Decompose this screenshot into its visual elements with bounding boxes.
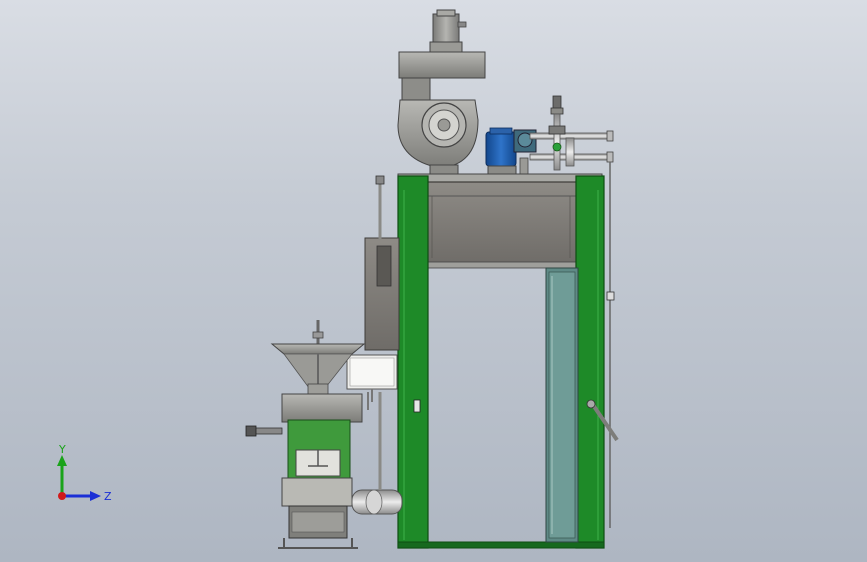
smoke-generator [245,320,366,549]
side-duct [364,175,400,351]
fan-motor [432,13,460,45]
frame-right-post [575,175,605,549]
z-axis-label: Z [104,490,112,503]
frame-left-post [397,175,429,549]
blue-motor [485,131,517,167]
cad-model-drawing: Y Z [57,9,619,549]
x-axis-dot [58,492,66,500]
heater-box-body [424,181,579,265]
blower-assembly [397,9,486,178]
valve-piping [519,95,614,179]
vertical-valve-pipe [553,113,561,171]
coordinate-triad: Y Z [57,443,112,503]
hopper-lid [270,343,366,355]
glass-door [545,267,579,543]
y-axis-label: Y [58,443,66,456]
circulation-motor-assembly [485,127,537,177]
door-latch-icon [413,399,421,413]
heater-box [397,173,603,269]
door-handle-icon [586,399,596,409]
fan-housing-top [398,51,486,79]
cad-viewport[interactable]: Y Z [0,0,867,562]
